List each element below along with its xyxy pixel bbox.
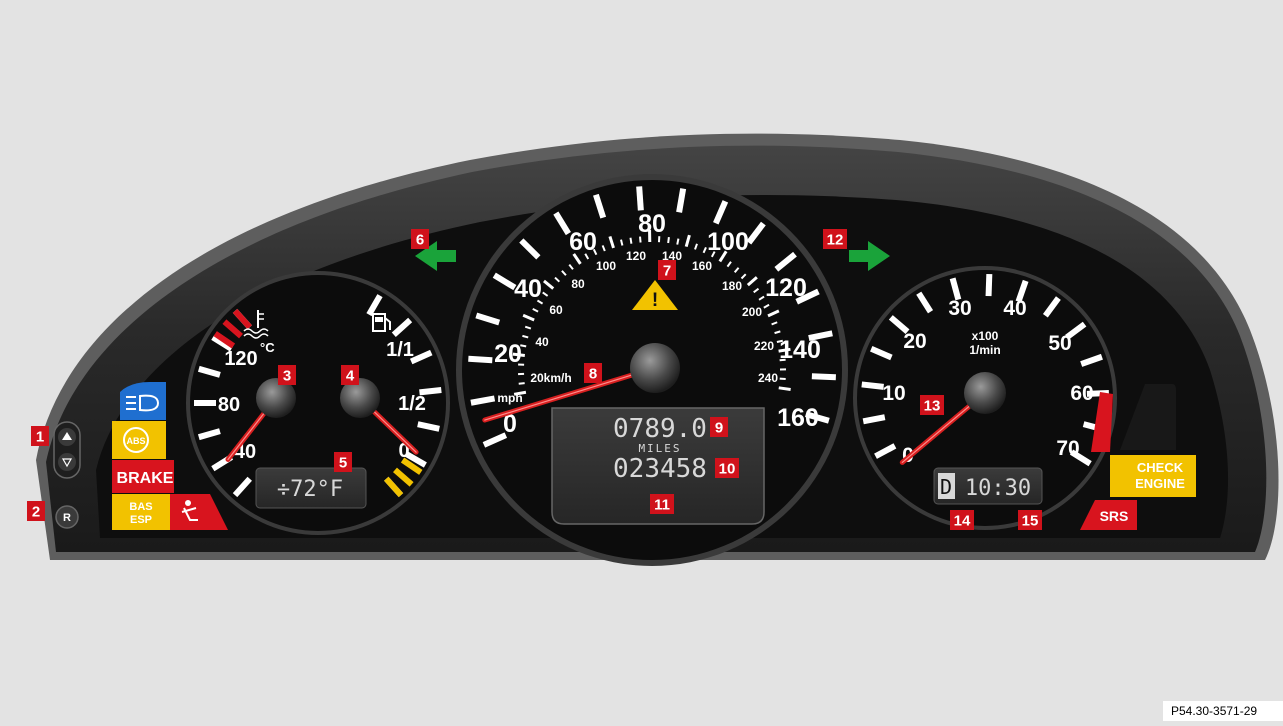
kmh-label: 220 [754,339,774,353]
callout-13: 13 [924,398,941,415]
mph-tick [639,186,641,210]
callout-1: 1 [36,429,44,446]
brake-label: BRAKE [117,470,174,487]
callout-4: 4 [346,368,355,385]
rpm-label-50: 50 [1048,332,1071,355]
mph-label-20: 20 [494,340,522,368]
coolant-label-120: 120 [224,348,257,370]
mph-label-160: 160 [777,404,819,432]
kmh-label: 240 [758,371,778,385]
high-beam-lamp [120,382,166,420]
tachometer: 010203040506070x1001/minD10:30 [853,266,1117,530]
instrument-cluster: 120°C80401/11/20÷72°F 020406080100120140… [0,0,1283,721]
kmh-tick [519,383,525,384]
callout-15: 15 [1022,513,1039,530]
srs-label: SRS [1100,508,1129,524]
callout-12: 12 [827,232,844,249]
figure-code: P54.30-3571-29 [1163,701,1283,721]
kmh-label: 200 [742,305,762,319]
rpm-label-60: 60 [1070,382,1093,405]
mph-label-140: 140 [779,336,821,364]
mph-label-120: 120 [765,274,807,302]
callout-11: 11 [654,497,670,514]
rpm-tick [989,274,990,296]
callout-14: 14 [954,513,971,530]
esp-label: ESP [130,514,152,526]
mph-tick [679,189,683,213]
rpm-scale-multiplier: x100 [972,329,999,343]
rpm-label-40: 40 [1003,297,1026,320]
kmh-tick [621,240,622,246]
bas-label: BAS [129,501,152,513]
rpm-label-70: 70 [1056,437,1079,460]
mph-tick [471,398,495,402]
kmh-tick [668,237,669,243]
fuel-label-full: 1/1 [386,339,414,361]
mph-tick [812,376,836,377]
temp-fuel-gauge: 120°C80401/11/20÷72°F [186,271,450,535]
callout-3: 3 [283,368,291,385]
mph-unit: mph [497,391,522,405]
gear-indicator: D [940,475,952,499]
callout-6: 6 [416,232,424,249]
reset-button-label: R [63,512,71,524]
kmh-tick [677,239,678,245]
kmh-label: 120 [626,249,646,263]
seatbelt-icon-head [185,500,191,506]
rpm-label-30: 30 [948,297,971,320]
rpm-scale-unit: 1/min [969,343,1000,357]
kmh-label: 180 [722,279,742,293]
speedometer-needle-hub [630,343,680,393]
check-engine-label-2: ENGINE [1135,476,1185,491]
abs-label: ABS [126,436,145,446]
trip-odometer-value: 0789.0 [613,414,707,444]
mph-label-80: 80 [638,210,666,238]
fuel-tick [419,390,441,392]
rpm-label-20: 20 [903,330,926,353]
scroll-down-button [58,453,76,471]
kmh-label: 160 [692,259,712,273]
callout-9: 9 [715,420,723,437]
callout-5: 5 [339,455,347,472]
kmh-label: 60 [549,303,563,317]
callout-10: 10 [719,461,736,478]
caution-mark: ! [652,290,658,311]
kmh-tick [779,388,791,390]
rpm-tick [862,384,884,386]
rpm-tick [863,417,885,421]
mph-label-100: 100 [707,228,749,256]
mph-label-40: 40 [514,275,542,303]
fuel-icon-window [375,317,383,322]
kmh-label: 80 [571,277,585,291]
check-engine-label-1: CHECK [1137,460,1184,475]
callout-7: 7 [663,263,671,280]
mph-tick [468,359,492,360]
kmh-label: 20km/h [530,371,571,385]
callout-8: 8 [589,366,597,383]
rpm-label-10: 10 [882,382,905,405]
clock-value: 10:30 [965,476,1031,501]
mph-label-60: 60 [569,228,597,256]
kmh-label: 100 [596,259,616,273]
kmh-tick [630,238,631,244]
kmh-label: 40 [535,335,549,349]
tachometer-needle-hub [964,372,1006,414]
coolant-label-80: 80 [218,394,240,416]
coolant-unit: °C [260,340,275,355]
callout-2: 2 [32,504,40,521]
outside-temp-value: ÷72°F [277,477,343,502]
fuel-label-half: 1/2 [398,393,426,415]
total-odometer-value: 023458 [613,454,707,484]
instrument-cluster-illustration: 120°C80401/11/20÷72°F 020406080100120140… [0,0,1283,721]
